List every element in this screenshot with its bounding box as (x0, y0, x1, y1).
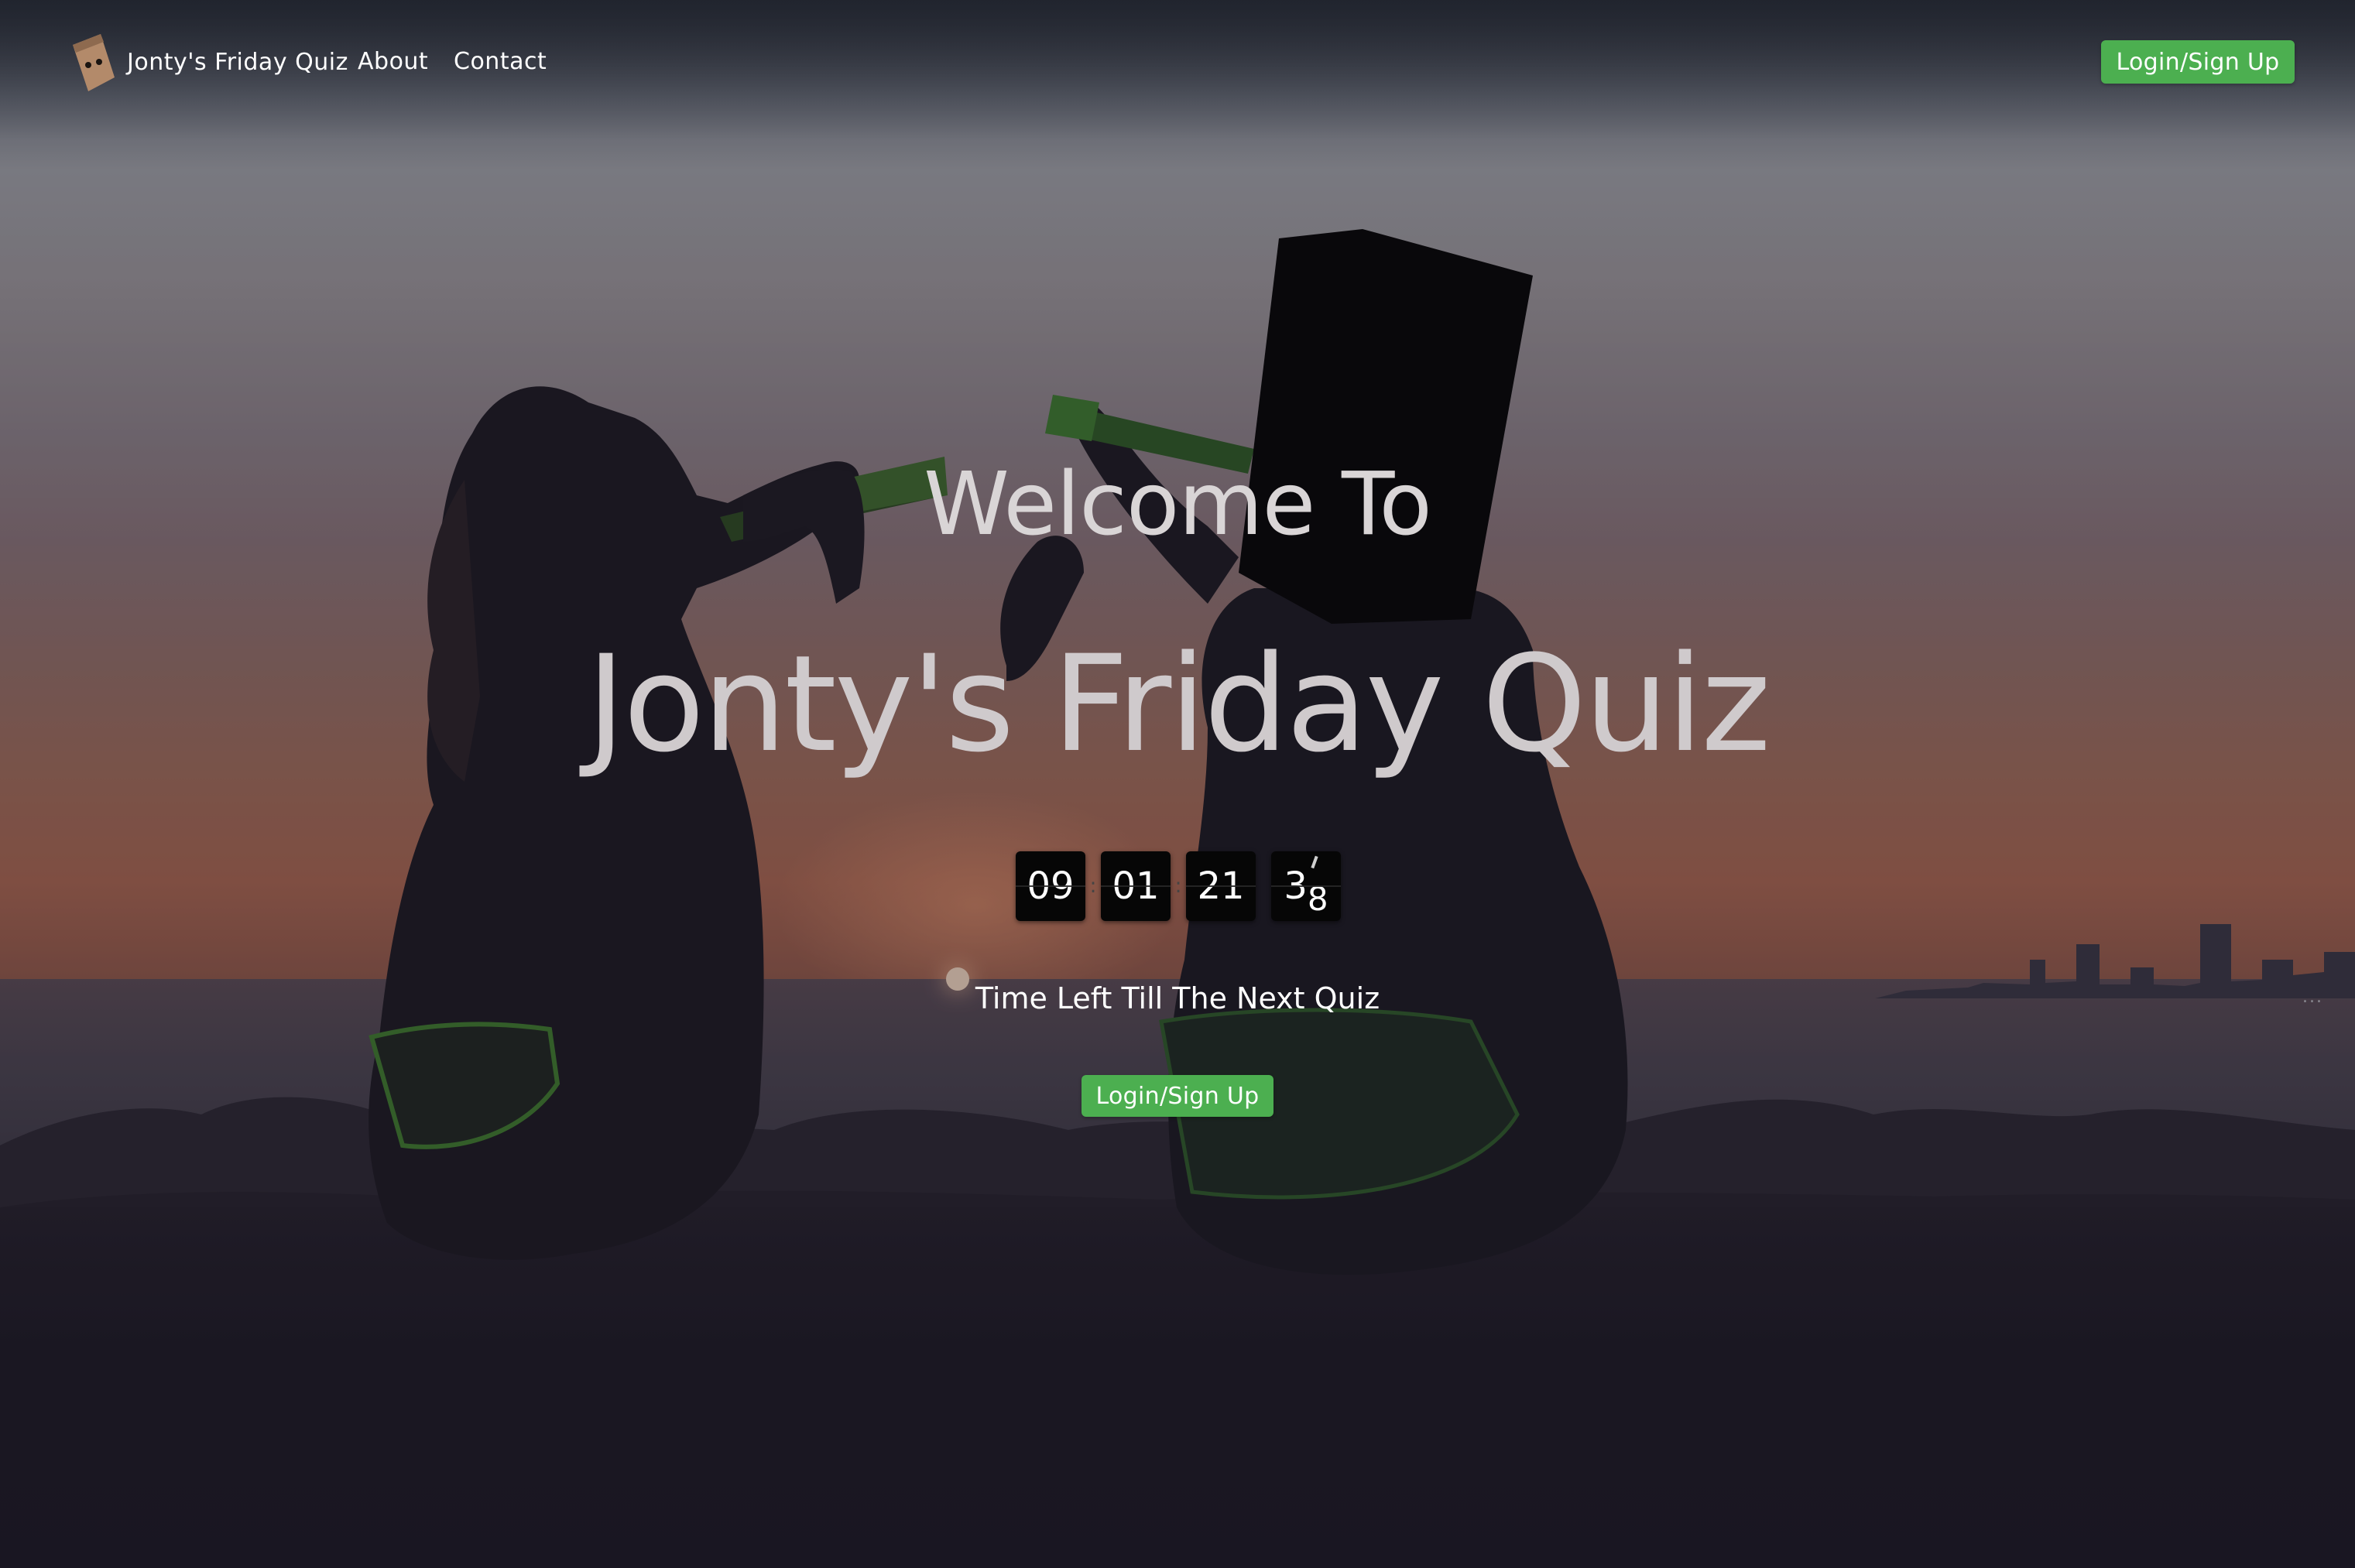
navbar-login-button[interactable]: Login/Sign Up (2101, 40, 2295, 84)
countdown-hours: 01 (1101, 851, 1171, 921)
countdown-caption: Time Left Till The Next Quiz (975, 981, 1380, 1015)
paper-bag-head-icon (73, 34, 115, 91)
nav-link-contact[interactable]: Contact (454, 43, 547, 80)
brand-link[interactable]: Jonty's Friday Quiz (65, 29, 348, 94)
countdown-days: 09 (1016, 851, 1085, 921)
more-dots-icon: ... (2302, 988, 2323, 1007)
welcome-heading: Welcome To (924, 454, 1432, 555)
navbar: Jonty's Friday Quiz About Contact Login/… (0, 0, 2355, 124)
site-title: Jonty's Friday Quiz (586, 626, 1771, 782)
countdown-separator: : (1174, 875, 1182, 898)
countdown-separator: : (1089, 875, 1097, 898)
countdown-seconds-tens: 3 (1284, 864, 1308, 908)
countdown-seconds-ones: 8 (1307, 879, 1328, 918)
countdown-seconds: 38 (1271, 851, 1341, 921)
hero-login-button[interactable]: Login/Sign Up (1082, 1075, 1273, 1117)
nav-link-about[interactable]: About (358, 43, 428, 80)
flip-animation-tick (1311, 855, 1318, 869)
countdown-timer: 09 : 01 : 21 38 (1016, 851, 1341, 921)
landing-page: Jonty's Friday Quiz About Contact Login/… (0, 0, 2355, 1568)
brand-name: Jonty's Friday Quiz (127, 48, 348, 76)
countdown-minutes: 21 (1186, 851, 1256, 921)
